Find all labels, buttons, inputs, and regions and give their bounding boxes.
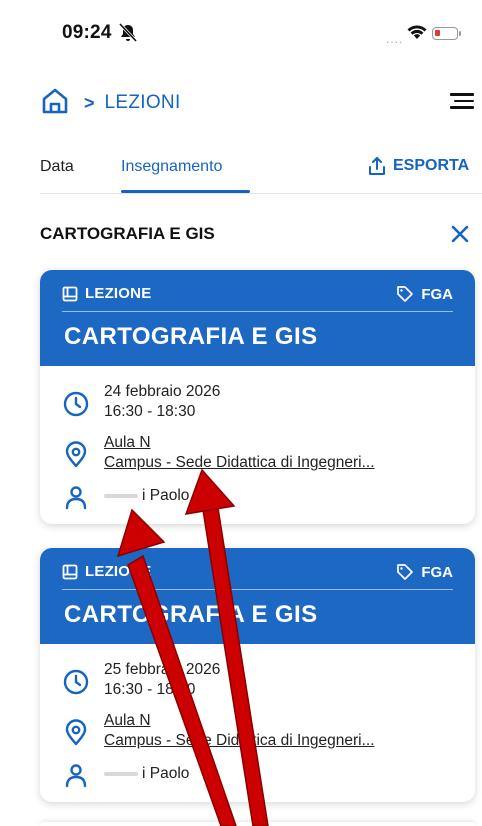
battery-icon bbox=[432, 27, 461, 40]
export-button[interactable]: ESPORTA bbox=[367, 156, 469, 176]
card-divider bbox=[62, 589, 453, 590]
card-campus-link[interactable]: Campus - Sede Didattica di Ingegneri... bbox=[104, 453, 375, 473]
home-icon[interactable] bbox=[40, 86, 70, 121]
person-icon bbox=[65, 764, 87, 788]
card-tag: FGA bbox=[396, 563, 453, 581]
share-icon bbox=[369, 157, 385, 175]
card-type-label: LEZIONE bbox=[85, 285, 152, 302]
breadcrumb: > LEZIONI bbox=[40, 86, 181, 120]
clock-icon bbox=[63, 669, 89, 695]
tab-bar: Data Insegnamento ESPORTA bbox=[0, 148, 482, 196]
card-divider bbox=[62, 311, 453, 312]
filter-title: CARTOGRAFIA E GIS bbox=[40, 224, 215, 243]
card-date: 25 febbraio 2026 bbox=[104, 661, 221, 678]
card-header: LEZIONE FGA CARTOGRAFIA E GIS bbox=[40, 548, 475, 644]
wifi-icon bbox=[407, 24, 427, 45]
close-icon[interactable] bbox=[448, 222, 472, 246]
card-date: 24 febbraio 2026 bbox=[104, 383, 221, 400]
card-teacher: i Paolo bbox=[62, 484, 189, 512]
card-teacher-name: i Paolo bbox=[142, 765, 190, 782]
card-tag: FGA bbox=[396, 285, 453, 303]
card-tag-label: FGA bbox=[421, 285, 453, 303]
tab-divider bbox=[40, 193, 482, 194]
lesson-card[interactable]: LEZIONE FGA CARTOGRAFIA E GIS 25 febbrai… bbox=[40, 548, 475, 802]
card-location[interactable]: Aula N Campus - Sede Didattica di Ingegn… bbox=[62, 711, 375, 751]
bell-slash-icon bbox=[118, 22, 138, 49]
redacted-text bbox=[104, 771, 138, 776]
status-time: 09:24 bbox=[62, 22, 112, 43]
card-teacher-name: i Paolo bbox=[142, 487, 190, 504]
book-icon bbox=[62, 286, 78, 301]
card-title: CARTOGRAFIA E GIS bbox=[64, 601, 318, 628]
location-pin-icon bbox=[65, 441, 87, 468]
person-icon bbox=[65, 486, 87, 510]
tag-icon bbox=[397, 286, 414, 302]
status-bar: 09:24 .... bbox=[0, 0, 482, 70]
card-time: 16:30 - 18:30 bbox=[104, 403, 196, 420]
card-location[interactable]: Aula N Campus - Sede Didattica di Ingegn… bbox=[62, 433, 375, 473]
location-pin-icon bbox=[65, 719, 87, 746]
card-type: LEZIONE bbox=[62, 285, 151, 302]
card-datetime: 24 febbraio 2026 16:30 - 18:30 bbox=[62, 382, 220, 422]
lesson-card[interactable]: LEZIONE FGA CARTOGRAFIA E GIS 24 febbrai… bbox=[40, 270, 475, 524]
filter-row: CARTOGRAFIA E GIS bbox=[40, 222, 472, 248]
card-teacher: i Paolo bbox=[62, 762, 189, 790]
page-title: LEZIONI bbox=[104, 92, 181, 113]
card-tag-label: FGA bbox=[421, 563, 453, 581]
card-header: LEZIONE FGA CARTOGRAFIA E GIS bbox=[40, 270, 475, 366]
tab-data[interactable]: Data bbox=[40, 158, 74, 176]
card-type-label: LEZIONE bbox=[85, 563, 152, 580]
next-card-edge bbox=[40, 822, 475, 826]
card-time: 16:30 - 18:30 bbox=[104, 681, 196, 698]
card-room-link[interactable]: Aula N bbox=[104, 433, 375, 453]
export-label: ESPORTA bbox=[393, 157, 470, 174]
card-title: CARTOGRAFIA E GIS bbox=[64, 323, 318, 350]
card-datetime: 25 febbraio 2026 16:30 - 18:30 bbox=[62, 660, 220, 700]
clock-icon bbox=[63, 391, 89, 417]
tab-insegnamento[interactable]: Insegnamento bbox=[121, 158, 222, 176]
breadcrumb-separator: > bbox=[84, 92, 95, 113]
signal-dots: .... bbox=[386, 32, 404, 46]
card-type: LEZIONE bbox=[62, 563, 151, 580]
book-icon bbox=[62, 564, 78, 579]
card-campus-link[interactable]: Campus - Sede Didattica di Ingegneri... bbox=[104, 731, 375, 751]
tag-icon bbox=[397, 564, 414, 580]
card-room-link[interactable]: Aula N bbox=[104, 711, 375, 731]
menu-icon[interactable] bbox=[450, 93, 474, 113]
redacted-text bbox=[104, 493, 138, 498]
